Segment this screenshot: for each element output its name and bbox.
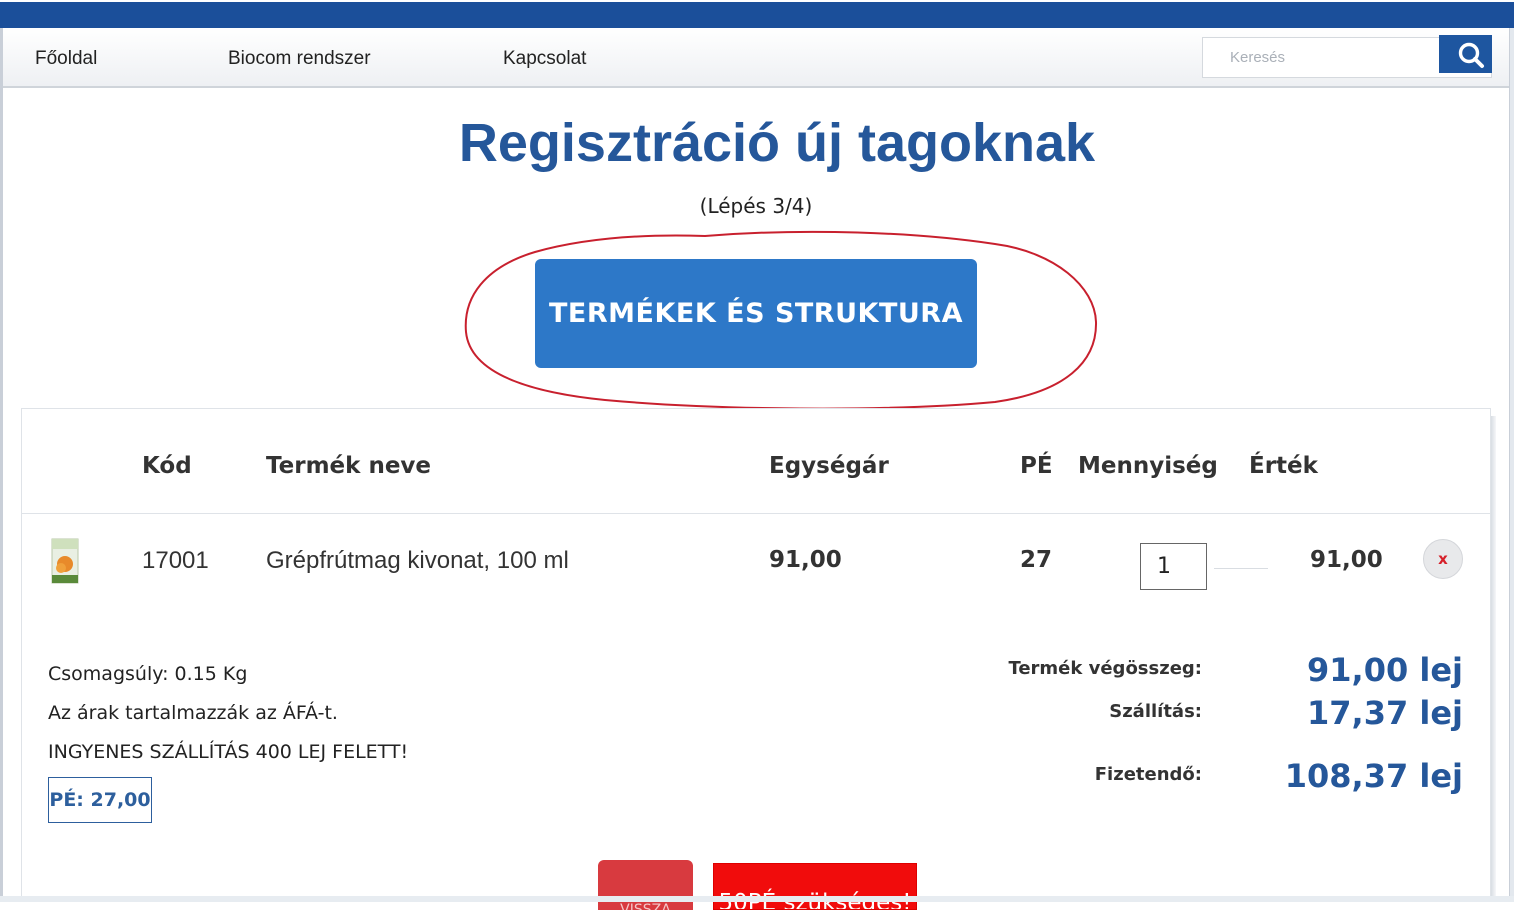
nav-item-home[interactable]: Főoldal xyxy=(35,48,97,70)
cart-shadow xyxy=(1491,416,1496,902)
page-title: Regisztráció új tagoknak xyxy=(458,113,1096,173)
subtotal-value: 91,00 lej xyxy=(1307,651,1463,689)
search-button[interactable] xyxy=(1439,35,1492,73)
pe-requirement-button[interactable]: 50PÉ szükséges! xyxy=(713,863,917,910)
shipping-value: 17,37 lej xyxy=(1307,694,1463,732)
main-navbar: Főoldal Biocom rendszer Kapcsolat xyxy=(3,28,1509,88)
remove-item-button[interactable]: x xyxy=(1423,539,1463,579)
quantity-underline xyxy=(1214,568,1268,569)
product-image[interactable] xyxy=(48,537,82,585)
products-structure-button[interactable]: TERMÉKEK ÉS STRUKTURA xyxy=(535,259,977,368)
item-pe: 27 xyxy=(1020,547,1053,573)
header-product-name: Termék neve xyxy=(266,453,432,479)
pe-total-badge: PÉ: 27,00 xyxy=(48,777,152,823)
item-name[interactable]: Grépfrútmag kivonat, 100 ml xyxy=(266,547,569,575)
bottom-strip xyxy=(0,896,1514,902)
total-label: Fizetendő: xyxy=(1094,764,1202,785)
free-shipping-note: INGYENES SZÁLLÍTÁS 400 LEJ FELETT! xyxy=(48,741,409,763)
cart-panel: Kód Termék neve Egységár PÉ Mennyiség Ér… xyxy=(21,408,1491,910)
header-pe: PÉ xyxy=(1020,453,1053,479)
header-divider xyxy=(22,513,1490,514)
back-button-label: VISSZA xyxy=(620,902,671,910)
header-quantity: Mennyiség xyxy=(1078,453,1218,479)
nav-item-contact[interactable]: Kapcsolat xyxy=(503,48,586,70)
search-icon xyxy=(1458,42,1484,68)
total-value: 108,37 lej xyxy=(1284,757,1463,795)
shipping-label: Szállítás: xyxy=(1109,701,1202,722)
header-code: Kód xyxy=(142,453,192,479)
item-value: 91,00 xyxy=(1310,547,1383,573)
quantity-field[interactable] xyxy=(1140,543,1207,590)
nav-item-biocom-system[interactable]: Biocom rendszer xyxy=(228,48,371,70)
subtotal-label: Termék végösszeg: xyxy=(1008,658,1202,679)
item-unit-price: 91,00 xyxy=(769,547,842,573)
search-input[interactable] xyxy=(1203,38,1439,77)
vat-note: Az árak tartalmazzák az ÁFÁ-t. xyxy=(48,702,338,724)
item-code: 17001 xyxy=(142,547,209,574)
brand-strip xyxy=(0,0,1514,28)
back-button[interactable]: VISSZA xyxy=(598,860,693,910)
header-unit-price: Egységár xyxy=(769,453,889,479)
header-value: Érték xyxy=(1249,453,1318,479)
package-weight: Csomagsúly: 0.15 Kg xyxy=(48,663,248,685)
top-bar xyxy=(0,0,1514,28)
step-indicator: (Lépés 3/4) xyxy=(699,194,813,218)
